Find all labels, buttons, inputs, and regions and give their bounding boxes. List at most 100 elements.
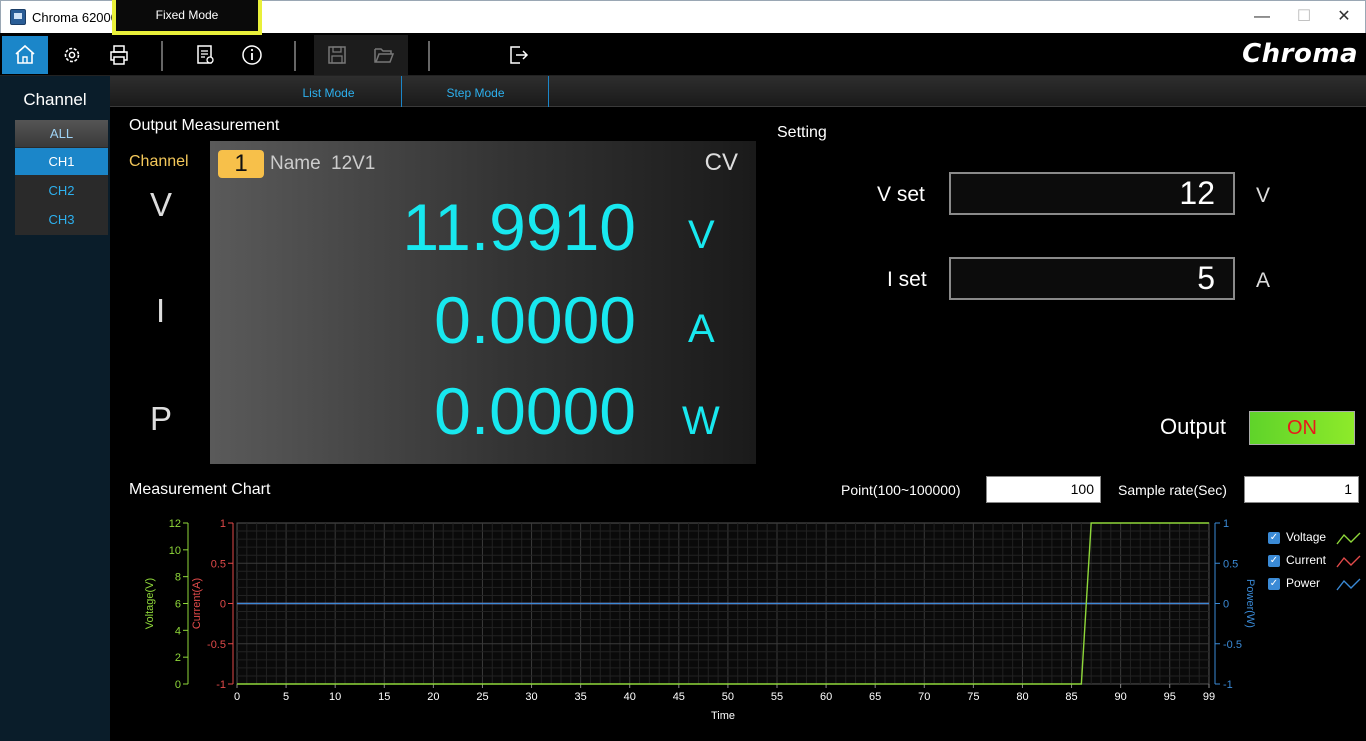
output-toggle-button[interactable]: ON bbox=[1249, 411, 1355, 445]
sample-rate-label: Sample rate(Sec) bbox=[1118, 482, 1227, 498]
exit-icon bbox=[510, 46, 529, 64]
y-tick-label: 0 bbox=[175, 679, 181, 691]
y-tick-label: 2 bbox=[175, 652, 181, 664]
mode-tab-bar: List Mode Step Mode bbox=[110, 76, 1366, 107]
current-row-label: I bbox=[156, 292, 166, 329]
x-tick-label: 70 bbox=[918, 691, 930, 703]
y-tick-label: 10 bbox=[169, 545, 181, 557]
voltage-checkbox[interactable]: ✓ bbox=[1268, 532, 1280, 544]
current-line-icon bbox=[1336, 555, 1361, 568]
x-tick-label: 95 bbox=[1164, 691, 1176, 703]
i-set-unit: A bbox=[1256, 269, 1271, 292]
report-button[interactable] bbox=[182, 36, 228, 74]
y-tick-label: 4 bbox=[175, 625, 181, 637]
toolbar: Chroma bbox=[0, 33, 1366, 76]
current-checkbox[interactable]: ✓ bbox=[1268, 555, 1280, 567]
v-set-label: V set bbox=[877, 183, 925, 206]
y-tick-label: 8 bbox=[175, 572, 181, 584]
exit-button[interactable] bbox=[495, 36, 541, 74]
i-set-input[interactable]: 5 bbox=[949, 257, 1235, 300]
voltage-row-label: V bbox=[150, 186, 173, 223]
open-button[interactable] bbox=[361, 36, 407, 74]
channel-item-ch3[interactable]: CH3 bbox=[15, 206, 108, 233]
print-button[interactable] bbox=[96, 36, 142, 74]
measurement-chart-title: Measurement Chart bbox=[129, 481, 271, 498]
y-tick-label: 12 bbox=[169, 518, 181, 530]
softpanel-app: Chroma 62000E SoftPanel — ☐ ✕ Chroma Cha… bbox=[0, 0, 1366, 741]
x-tick-label: 80 bbox=[1016, 691, 1028, 703]
channel-label: Channel bbox=[129, 153, 189, 170]
legend-current[interactable]: ✓ Current bbox=[1268, 552, 1364, 570]
channel-name-value: 12V1 bbox=[331, 153, 376, 174]
measurement-display: 1 Name 12V1 CV 11.9910 V 0.0000 A 0.0000… bbox=[210, 141, 756, 464]
channel-list: ALL CH1 CH2 CH3 bbox=[15, 120, 108, 235]
x-tick-label: 25 bbox=[476, 691, 488, 703]
sample-rate-input[interactable]: 1 bbox=[1244, 476, 1359, 503]
info-icon bbox=[242, 45, 262, 65]
x-tick-label: 20 bbox=[427, 691, 439, 703]
info-button[interactable] bbox=[229, 36, 275, 74]
x-axis-label: Time bbox=[711, 710, 735, 722]
power-line-icon bbox=[1336, 578, 1361, 591]
y-tick-label: 1 bbox=[220, 518, 226, 530]
point-input[interactable]: 100 bbox=[986, 476, 1101, 503]
x-tick-label: 35 bbox=[575, 691, 587, 703]
v-set-unit: V bbox=[1256, 184, 1271, 207]
legend-voltage[interactable]: ✓ Voltage bbox=[1268, 529, 1364, 547]
tab-list-mode[interactable]: List Mode bbox=[256, 76, 402, 107]
voltage-line-icon bbox=[1336, 532, 1361, 545]
x-tick-label: 90 bbox=[1115, 691, 1127, 703]
legend-current-label: Current bbox=[1286, 553, 1327, 567]
x-tick-label: 0 bbox=[234, 691, 240, 703]
y-tick-label: 6 bbox=[175, 599, 181, 611]
y-tick-label: 0 bbox=[220, 599, 226, 611]
channel-item-ch2[interactable]: CH2 bbox=[15, 177, 108, 204]
x-tick-label: 60 bbox=[820, 691, 832, 703]
x-tick-label: 40 bbox=[624, 691, 636, 703]
x-tick-label: 75 bbox=[967, 691, 979, 703]
x-tick-label: 45 bbox=[673, 691, 685, 703]
i-set-label: I set bbox=[887, 268, 927, 291]
settings-icon bbox=[64, 47, 80, 63]
current-reading: 0.0000 bbox=[434, 283, 636, 357]
x-tick-label: 65 bbox=[869, 691, 881, 703]
close-button[interactable]: ✕ bbox=[1321, 3, 1366, 31]
output-label: Output bbox=[1160, 414, 1227, 439]
tab-step-mode[interactable]: Step Mode bbox=[403, 76, 549, 107]
x-tick-label: 10 bbox=[329, 691, 341, 703]
home-button[interactable] bbox=[2, 36, 48, 74]
y-tick-label: 0.5 bbox=[211, 558, 226, 570]
y-tick-label: -0.5 bbox=[1223, 639, 1242, 651]
settings-button[interactable] bbox=[49, 36, 95, 74]
output-measurement-title: Output Measurement bbox=[129, 117, 280, 134]
power-checkbox[interactable]: ✓ bbox=[1268, 578, 1280, 590]
y-tick-label: 0 bbox=[1223, 599, 1229, 611]
power-unit: W bbox=[682, 399, 720, 443]
v-set-input[interactable]: 12 bbox=[949, 172, 1235, 215]
y-tick-label: -0.5 bbox=[207, 639, 226, 651]
channel-panel-title: Channel bbox=[23, 90, 87, 109]
channel-item-all[interactable]: ALL bbox=[15, 120, 108, 147]
minimize-button[interactable]: — bbox=[1239, 3, 1285, 31]
save-icon bbox=[328, 46, 346, 64]
x-tick-label: 85 bbox=[1065, 691, 1077, 703]
channel-name-label: Name bbox=[270, 153, 321, 174]
print-icon bbox=[110, 45, 128, 65]
measurement-chart: 0 5 10 15 20 25 30 35 40 45 50 55 60 65 70 75 80 85 90 95 99… bbox=[144, 518, 1256, 722]
tab-fixed-mode[interactable]: Fixed Mode bbox=[112, 0, 262, 35]
legend-voltage-label: Voltage bbox=[1286, 530, 1327, 544]
y-axis-label: Current(A) bbox=[191, 578, 203, 629]
open-folder-icon bbox=[374, 48, 395, 63]
legend-power[interactable]: ✓ Power bbox=[1268, 575, 1364, 593]
chroma-logo: Chroma bbox=[1242, 39, 1358, 69]
setting-title: Setting bbox=[777, 124, 827, 141]
power-row-label: P bbox=[150, 400, 173, 437]
regulation-mode: CV bbox=[704, 149, 738, 176]
toolbar-separator bbox=[428, 41, 430, 71]
home-icon bbox=[15, 44, 35, 64]
save-button[interactable] bbox=[314, 36, 360, 74]
channel-item-ch1[interactable]: CH1 bbox=[15, 148, 108, 175]
toolbar-separator bbox=[161, 41, 163, 71]
legend-power-label: Power bbox=[1286, 576, 1321, 590]
x-tick-label: 15 bbox=[378, 691, 390, 703]
